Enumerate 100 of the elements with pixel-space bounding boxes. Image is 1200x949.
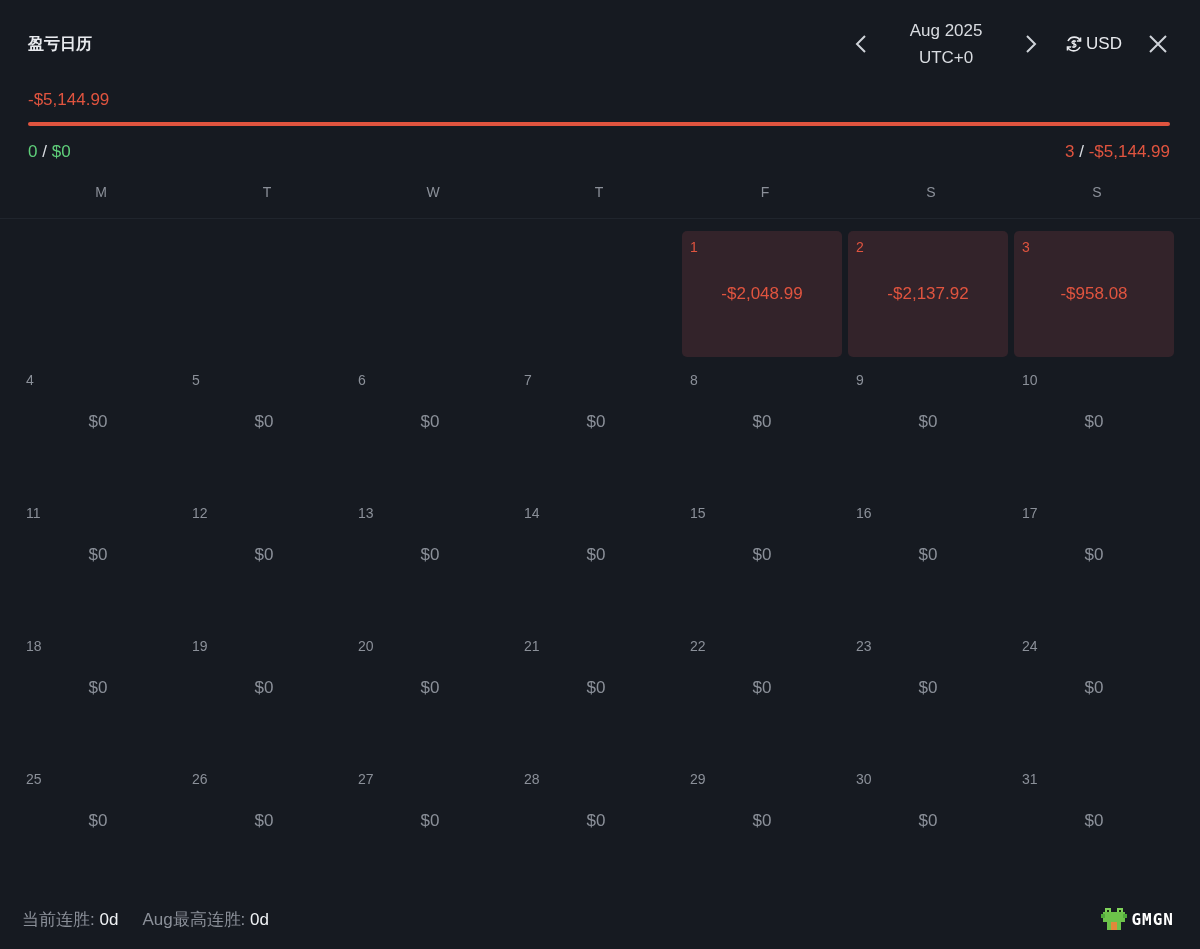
losses-summary: 3 / -$5,144.99: [1065, 141, 1170, 164]
weekday-label: M: [94, 184, 108, 201]
day-number: 26: [192, 771, 208, 788]
weekday-label: T: [261, 184, 273, 201]
day-number: 9: [856, 372, 864, 389]
day-cell[interactable]: 14 $0: [516, 497, 676, 624]
day-pnl: $0: [752, 678, 772, 699]
day-cell[interactable]: 7 $0: [516, 364, 676, 491]
day-pnl: $0: [918, 678, 938, 699]
day-pnl: $0: [88, 412, 108, 433]
day-cell[interactable]: 12 $0: [184, 497, 344, 624]
currency-toggle[interactable]: USD: [1065, 34, 1122, 55]
day-number: 3: [1022, 239, 1030, 256]
day-number: 2: [856, 239, 864, 256]
day-number: 12: [192, 505, 208, 522]
day-cell[interactable]: 24 $0: [1014, 630, 1174, 757]
day-pnl: $0: [1084, 678, 1104, 699]
weekday-label: F: [759, 184, 771, 201]
day-number: 6: [358, 372, 366, 389]
day-number: 19: [192, 638, 208, 655]
wins-summary: 0 / $0: [28, 141, 71, 164]
timezone-label: UTC+0: [917, 47, 975, 70]
day-cell[interactable]: 29 $0: [682, 763, 842, 890]
calendar-title: 盈亏日历: [28, 33, 93, 54]
day-pnl: $0: [88, 678, 108, 699]
day-cell[interactable]: 3 -$958.08: [1014, 231, 1174, 358]
day-cell[interactable]: 22 $0: [682, 630, 842, 757]
day-cell[interactable]: 1 -$2,048.99: [682, 231, 842, 358]
day-cell[interactable]: 2 -$2,137.92: [848, 231, 1008, 358]
chevron-left-icon: [855, 34, 868, 55]
brand-name: GMGN: [1131, 909, 1174, 929]
current-streak: 当前连胜: 0d: [22, 908, 119, 931]
day-cell[interactable]: 19 $0: [184, 630, 344, 757]
day-number: 24: [1022, 638, 1038, 655]
day-pnl: $0: [586, 678, 606, 699]
day-pnl: $0: [586, 412, 606, 433]
day-pnl: $0: [254, 412, 274, 433]
day-pnl: $0: [1084, 412, 1104, 433]
day-pnl: -$2,137.92: [887, 284, 969, 305]
day-cell[interactable]: 26 $0: [184, 763, 344, 890]
day-pnl: $0: [918, 811, 938, 832]
day-number: 20: [358, 638, 374, 655]
total-pnl: -$5,144.99: [28, 89, 111, 112]
day-number: 21: [524, 638, 540, 655]
day-cell[interactable]: 8 $0: [682, 364, 842, 491]
day-cell[interactable]: 20 $0: [350, 630, 510, 757]
day-pnl: $0: [752, 811, 772, 832]
day-number: 15: [690, 505, 706, 522]
day-pnl: $0: [88, 545, 108, 566]
day-pnl: $0: [918, 545, 938, 566]
day-cell[interactable]: 16 $0: [848, 497, 1008, 624]
day-pnl: -$2,048.99: [721, 284, 803, 305]
day-pnl: $0: [420, 412, 440, 433]
day-number: 8: [690, 372, 698, 389]
day-cell[interactable]: 10 $0: [1014, 364, 1174, 491]
close-icon: [1148, 34, 1168, 55]
day-pnl: $0: [88, 811, 108, 832]
weekday-label: W: [425, 184, 441, 201]
day-number: 4: [26, 372, 34, 389]
day-number: 28: [524, 771, 540, 788]
day-number: 5: [192, 372, 200, 389]
day-pnl: -$958.08: [1060, 284, 1128, 305]
day-cell[interactable]: 27 $0: [350, 763, 510, 890]
day-pnl: $0: [1084, 811, 1104, 832]
day-cell[interactable]: 31 $0: [1014, 763, 1174, 890]
day-cell[interactable]: 28 $0: [516, 763, 676, 890]
day-cell[interactable]: 21 $0: [516, 630, 676, 757]
day-number: 25: [26, 771, 42, 788]
chevron-right-icon: [1025, 34, 1038, 55]
day-number: 14: [524, 505, 540, 522]
day-cell[interactable]: 9 $0: [848, 364, 1008, 491]
day-cell[interactable]: 6 $0: [350, 364, 510, 491]
day-cell[interactable]: 23 $0: [848, 630, 1008, 757]
day-cell[interactable]: 5 $0: [184, 364, 344, 491]
day-number: 11: [26, 505, 41, 522]
currency-swap-icon: [1065, 35, 1084, 54]
day-number: 22: [690, 638, 706, 655]
day-number: 1: [690, 239, 698, 256]
day-number: 17: [1022, 505, 1038, 522]
day-pnl: $0: [420, 678, 440, 699]
day-cell[interactable]: 17 $0: [1014, 497, 1174, 624]
day-number: 13: [358, 505, 374, 522]
month-label: Aug 2025: [908, 20, 984, 43]
day-cell[interactable]: 15 $0: [682, 497, 842, 624]
day-cell[interactable]: 30 $0: [848, 763, 1008, 890]
day-pnl: $0: [1084, 545, 1104, 566]
frog-logo-icon: [1101, 908, 1128, 931]
day-number: 10: [1022, 372, 1038, 389]
day-number: 29: [690, 771, 706, 788]
day-number: 31: [1022, 771, 1038, 788]
best-streak: Aug最高连胜: 0d: [142, 908, 269, 931]
day-cell[interactable]: 18 $0: [18, 630, 178, 757]
day-pnl: $0: [254, 545, 274, 566]
day-cell[interactable]: 25 $0: [18, 763, 178, 890]
day-cell[interactable]: 4 $0: [18, 364, 178, 491]
day-pnl: $0: [254, 811, 274, 832]
weekday-label: T: [593, 184, 605, 201]
day-cell[interactable]: 11 $0: [18, 497, 178, 624]
day-cell[interactable]: 13 $0: [350, 497, 510, 624]
day-pnl: $0: [586, 811, 606, 832]
